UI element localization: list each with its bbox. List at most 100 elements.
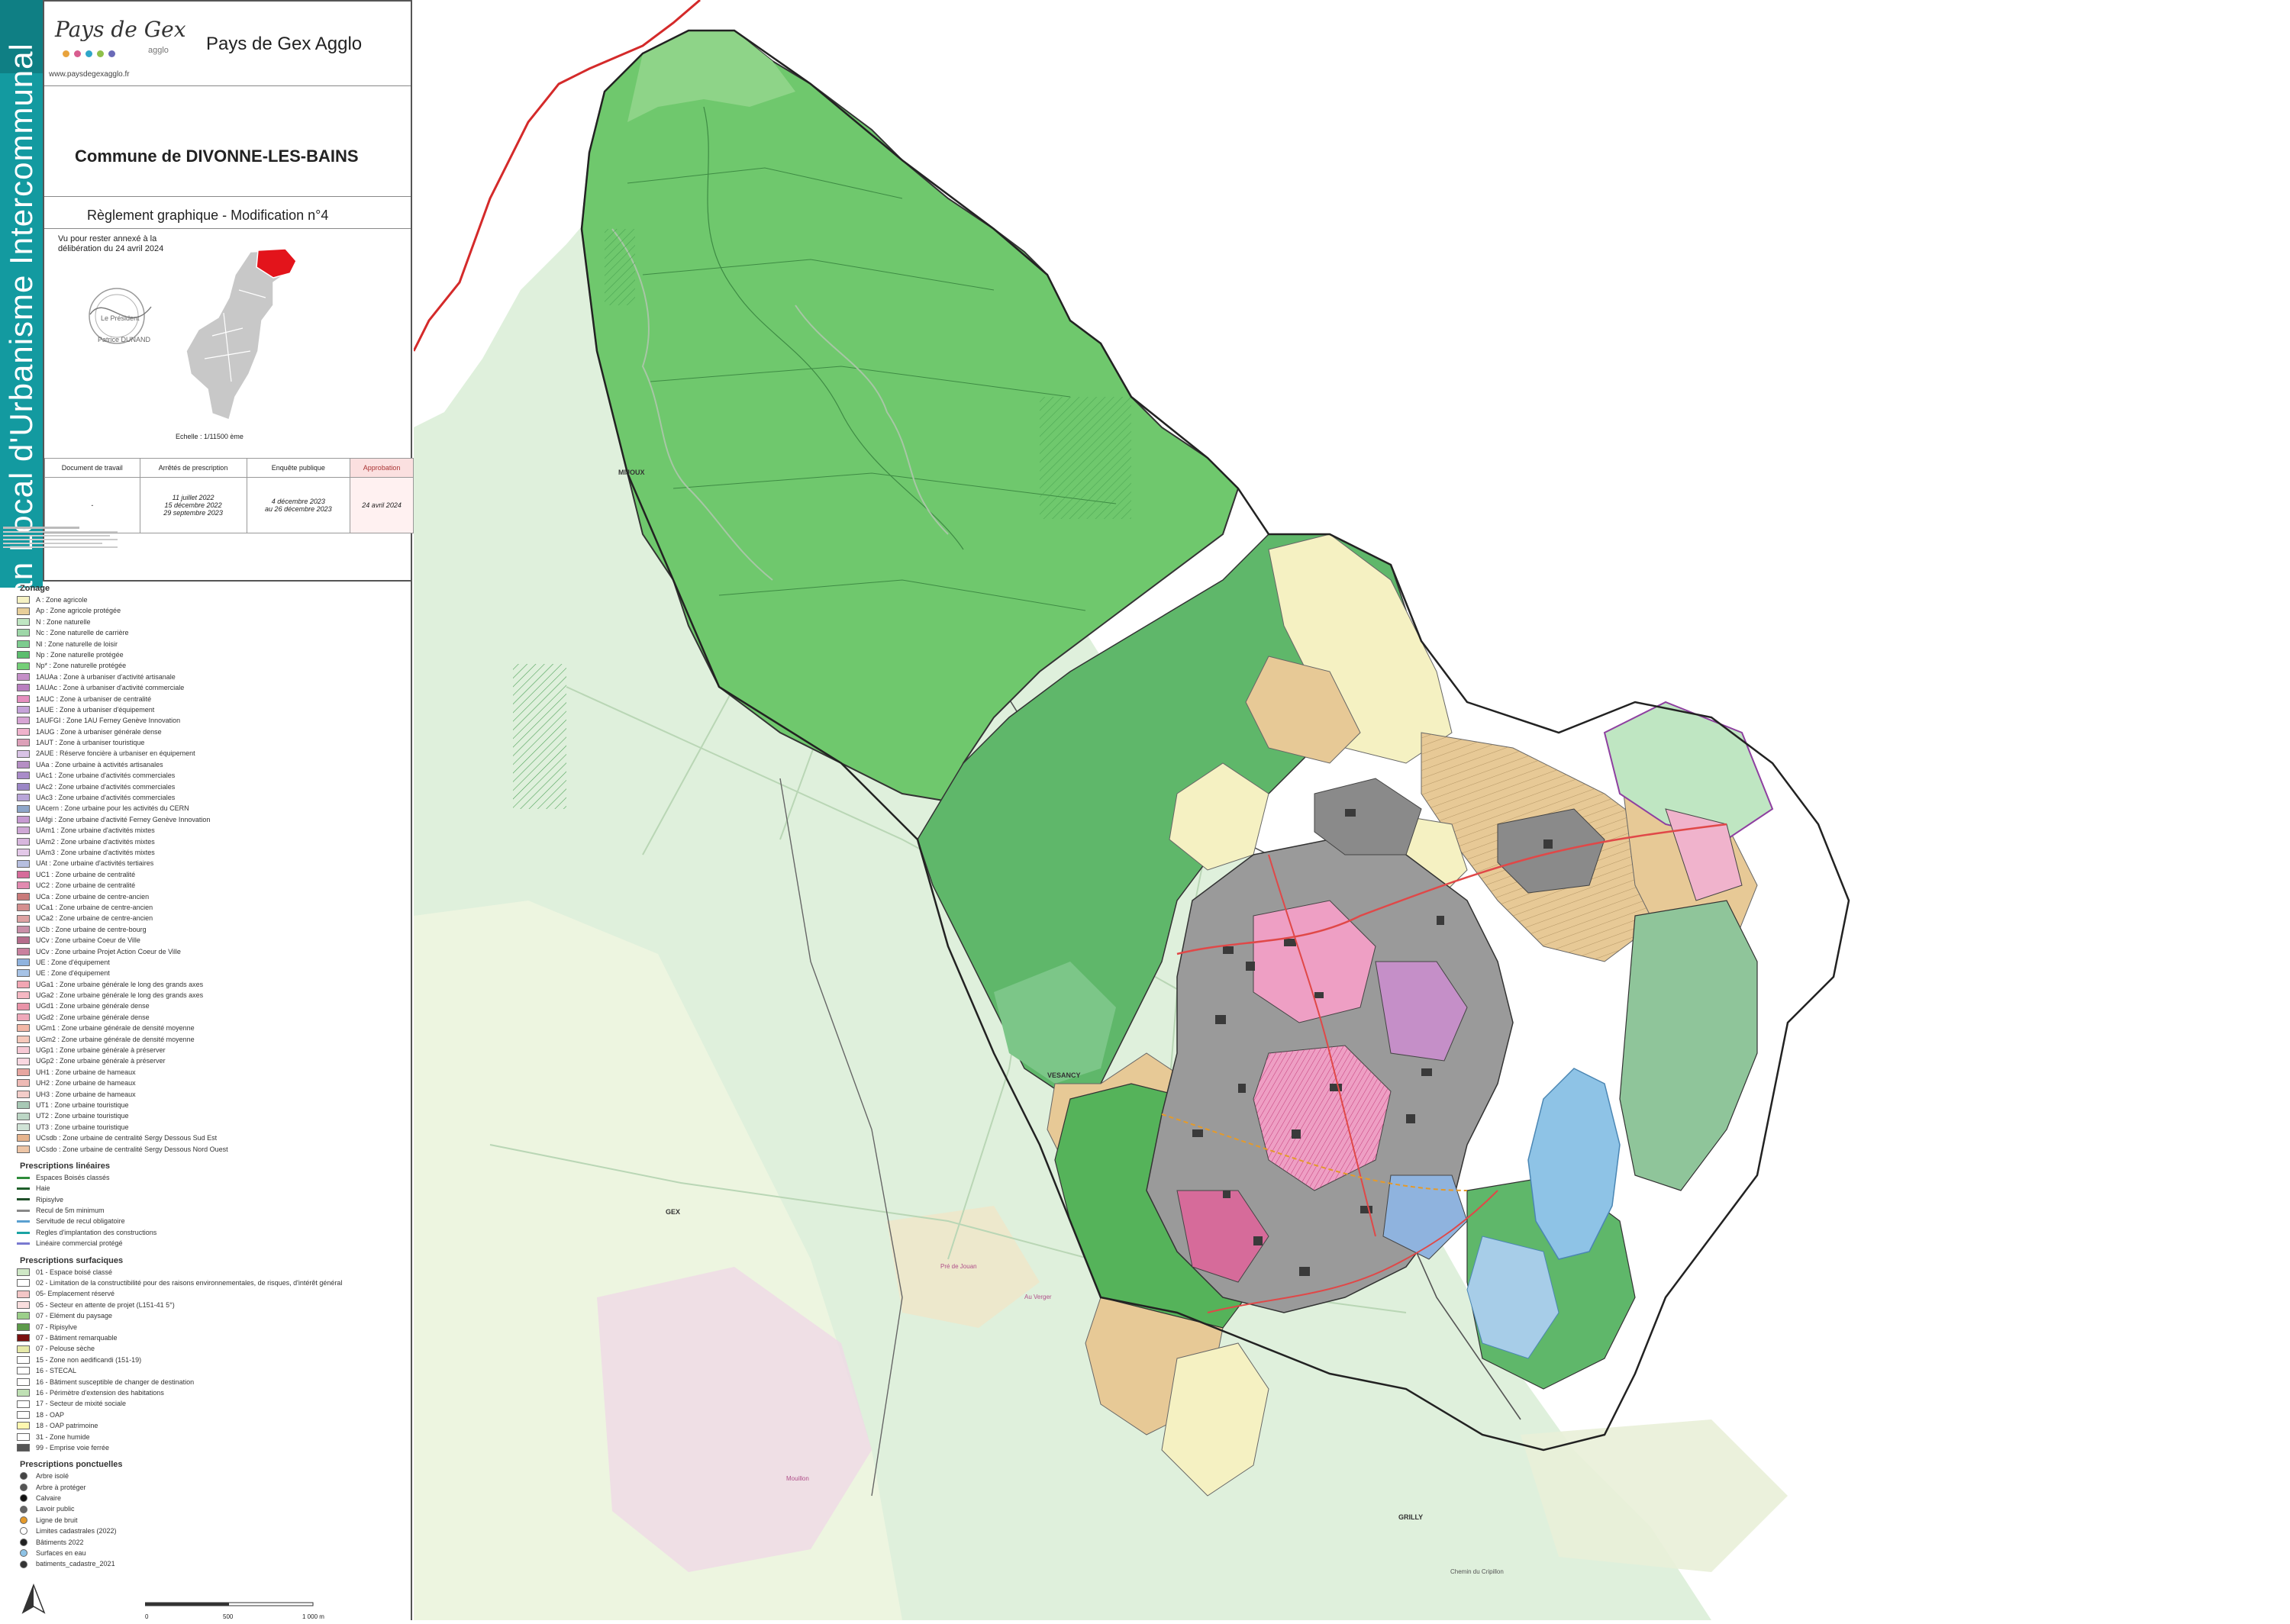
legend-item: Bâtiments 2022 xyxy=(17,1537,398,1548)
legend-lineaires-list: Espaces Boisés classés Haie Ripisylve Recul… xyxy=(17,1172,398,1249)
legend-swatch xyxy=(17,727,30,736)
zoning-map[interactable]: MIJOUX VESANCY GEX GRILLY Pré de Jouan A… xyxy=(412,0,2290,1620)
president-name: Patrice DUNAND xyxy=(98,336,151,343)
legend-item: UAc1 : Zone urbaine d'activités commerci… xyxy=(17,770,398,781)
legend-label: Linéaire commercial protégé xyxy=(36,1239,123,1248)
legend-swatch xyxy=(17,991,30,1000)
scale-tick-1000: 1 000 m xyxy=(302,1613,324,1620)
legend-item: 07 - Ripisylve xyxy=(17,1322,398,1332)
legend-label: Nc : Zone naturelle de carrière xyxy=(36,629,129,637)
scale-text: Echelle : 1/11500 ème xyxy=(176,433,244,440)
legend-swatch xyxy=(17,717,30,725)
legend-swatch xyxy=(17,1057,30,1065)
legend-label: 07 - Pelouse sèche xyxy=(36,1345,95,1353)
legend-item: 07 - Elément du paysage xyxy=(17,1310,398,1321)
legend-label: 05- Emplacement réservé xyxy=(36,1290,115,1298)
legend-item: 16 - Périmètre d'extension des habitatio… xyxy=(17,1387,398,1398)
legend-item: 07 - Pelouse sèche xyxy=(17,1343,398,1354)
legend-item: 02 - Limitation de la constructibilité p… xyxy=(17,1278,398,1288)
legend-label: 07 - Ripisylve xyxy=(36,1323,78,1331)
legend-label: 2AUE : Réserve foncière à urbaniser en é… xyxy=(36,749,195,758)
legend-swatch xyxy=(17,925,30,933)
legend-label: UCa1 : Zone urbaine de centre-ancien xyxy=(36,903,153,911)
legend-item: UE : Zone d'équipement xyxy=(17,957,398,968)
legend-swatch xyxy=(20,1494,27,1503)
legend-label: Haie xyxy=(36,1184,50,1193)
urban-zone-north[interactable] xyxy=(1314,778,1422,856)
legend-label: UGm1 : Zone urbaine générale de densité … xyxy=(36,1024,195,1033)
procedure-table: Document de travail Arrêtés de prescript… xyxy=(44,458,414,533)
legend-item: UH3 : Zone urbaine de hameaux xyxy=(17,1089,398,1100)
legend-item: UAa : Zone urbaine à activités artisanal… xyxy=(17,759,398,770)
legend-item: Ripisylve xyxy=(17,1194,398,1205)
legend-item: Linéaire commercial protégé xyxy=(17,1238,398,1249)
legend-item: Ap : Zone agricole protégée xyxy=(17,605,398,616)
legend-swatch xyxy=(17,772,30,780)
legend-swatch xyxy=(17,1176,30,1179)
legend-item: UCsdb : Zone urbaine de centralité Sergy… xyxy=(17,1133,398,1143)
legend-item: UC2 : Zone urbaine de centralité xyxy=(17,880,398,891)
legend-item: 16 - STECAL xyxy=(17,1365,398,1376)
legend-item: UE : Zone d'équipement xyxy=(17,968,398,978)
legend-swatch xyxy=(17,804,30,813)
legend-swatch xyxy=(17,629,30,637)
legend-swatch xyxy=(17,914,30,923)
legend-label: 99 - Emprise voie ferrée xyxy=(36,1443,110,1452)
legend-item: 15 - Zone non aedificandi (151-19) xyxy=(17,1355,398,1365)
legend-label: UGd1 : Zone urbaine générale dense xyxy=(36,1002,150,1010)
legend-swatch xyxy=(17,694,30,703)
legend-swatch xyxy=(17,1378,30,1386)
legend-swatch xyxy=(17,1290,30,1298)
legend-swatch xyxy=(17,859,30,868)
legend-swatch xyxy=(17,947,30,955)
legend-label: 1AUAc : Zone à urbaniser d'activité comm… xyxy=(36,684,185,692)
legend-swatch xyxy=(17,969,30,978)
legend-label: 15 - Zone non aedificandi (151-19) xyxy=(36,1355,142,1364)
legend-swatch xyxy=(17,1231,30,1234)
procedure-val-enquete: 4 décembre 2023 au 26 décembre 2023 xyxy=(246,477,351,533)
legend-swatch xyxy=(17,1301,30,1310)
natural-zone-lakeside[interactable] xyxy=(1619,900,1758,1191)
legend-swatch xyxy=(17,1209,30,1212)
north-arrow-icon xyxy=(21,1584,46,1614)
map-cartouche-panel: Plan Local d'Urbanisme Intercommunal Pay… xyxy=(0,0,414,1620)
legend-item: UT3 : Zone urbaine touristique xyxy=(17,1122,398,1133)
legend-label: 16 - Bâtiment susceptible de changer de … xyxy=(36,1378,195,1386)
legend-item: Espaces Boisés classés xyxy=(17,1172,398,1183)
legend-swatch xyxy=(17,1079,30,1088)
legend-swatch xyxy=(17,651,30,659)
procedure-col-enquete: Enquête publique xyxy=(246,458,351,478)
legend-item: Haie xyxy=(17,1183,398,1194)
legend-item: 07 - Bâtiment remarquable xyxy=(17,1332,398,1343)
legend-label: UT3 : Zone urbaine touristique xyxy=(36,1123,129,1131)
legend-label: 1AUFGI : Zone 1AU Ferney Genève Innovati… xyxy=(36,717,181,725)
legend-item: 1AUFGI : Zone 1AU Ferney Genève Innovati… xyxy=(17,715,398,726)
legend-swatch xyxy=(17,1145,30,1153)
legend-swatch xyxy=(17,706,30,714)
place-label-gex: GEX xyxy=(666,1208,680,1216)
procedure-val-approbation: 24 avril 2024 xyxy=(350,477,414,533)
legend-item: Arbre à protéger xyxy=(17,1482,398,1493)
legend-label: Surfaces en eau xyxy=(36,1549,86,1558)
divider xyxy=(44,85,411,86)
situation-minimap xyxy=(185,248,297,420)
legend-label: 1AUE : Zone à urbaniser d'équipement xyxy=(36,705,155,714)
legend-swatch xyxy=(17,1312,30,1320)
legend-label: batiments_cadastre_2021 xyxy=(36,1560,115,1568)
divider xyxy=(44,228,411,229)
ebc-hatched xyxy=(605,229,635,305)
legend-item: UGm2 : Zone urbaine générale de densité … xyxy=(17,1034,398,1045)
legend-item: UH2 : Zone urbaine de hameaux xyxy=(17,1078,398,1088)
legend-swatch xyxy=(17,980,30,988)
website-link[interactable]: www.paysdegexagglo.fr xyxy=(49,70,130,79)
legend-zonage-list: A : Zone agricole Ap : Zone agricole prot… xyxy=(17,594,398,1155)
legend-label: UCb : Zone urbaine de centre-bourg xyxy=(36,925,147,933)
legend-swatch xyxy=(20,1505,27,1513)
legend-swatch xyxy=(17,672,30,681)
legend-item: UCv : Zone urbaine Projet Action Coeur d… xyxy=(17,946,398,957)
zoning-map-canvas[interactable]: MIJOUX VESANCY GEX GRILLY Pré de Jouan A… xyxy=(412,0,2290,1620)
legend-label: Bâtiments 2022 xyxy=(36,1538,84,1546)
legend-label: UT1 : Zone urbaine touristique xyxy=(36,1100,129,1109)
legend-label: UCa2 : Zone urbaine de centre-ancien xyxy=(36,914,153,923)
legend-item: 1AUC : Zone à urbaniser de centralité xyxy=(17,694,398,704)
